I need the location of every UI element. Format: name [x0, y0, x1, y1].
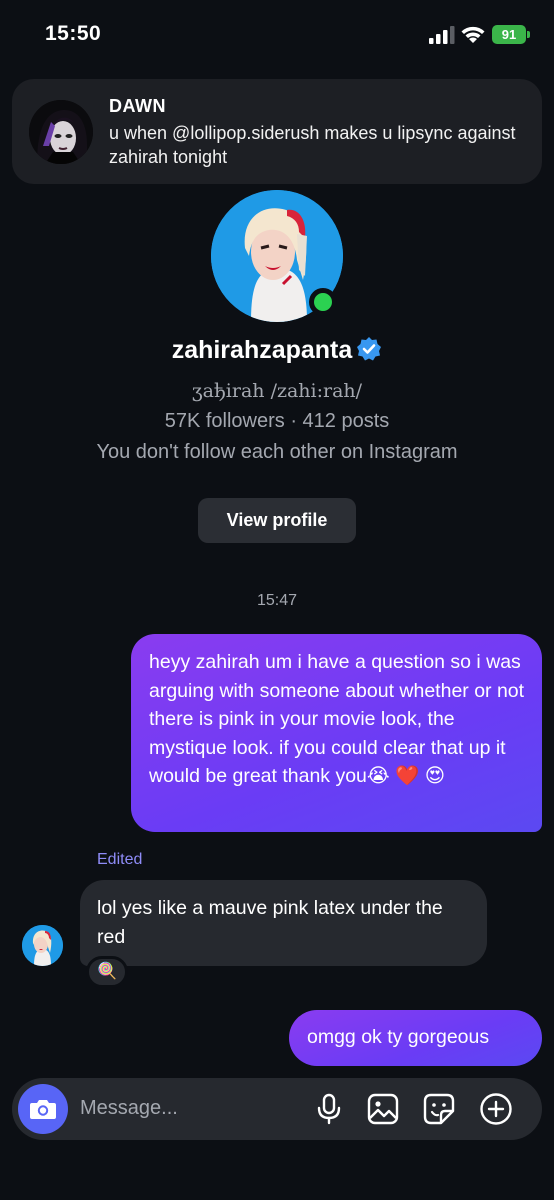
- outgoing-message[interactable]: omgg ok ty gorgeous: [289, 1010, 542, 1066]
- dm-thread-screen: 15:50 91 DAWN u when @lollipop.siderush …: [0, 0, 554, 1200]
- view-profile-button[interactable]: View profile: [198, 498, 356, 543]
- notification-avatar: [29, 100, 93, 164]
- sticker-icon[interactable]: [422, 1092, 456, 1126]
- wifi-icon: [461, 26, 485, 43]
- notification-banner[interactable]: DAWN u when @lollipop.siderush makes u l…: [12, 79, 542, 184]
- camera-icon: [30, 1100, 56, 1119]
- battery-cap: [527, 31, 530, 38]
- profile-display-name: ʒaђirah /zahi:rah/: [191, 380, 363, 402]
- online-status-dot: [309, 288, 337, 316]
- sender-avatar[interactable]: [22, 925, 63, 966]
- verified-badge-icon: [357, 337, 382, 361]
- profile-stats: 57K followers · 412 posts: [164, 410, 390, 432]
- status-bar: 15:50 91: [0, 0, 554, 70]
- status-time: 15:50: [45, 22, 102, 45]
- profile-username-row[interactable]: zahirahzapanta: [0, 336, 554, 365]
- message-input[interactable]: Message...: [80, 1097, 178, 1120]
- plus-icon[interactable]: [479, 1092, 513, 1126]
- profile-username: zahirahzapanta: [171, 336, 353, 364]
- message-timestamp: 15:47: [256, 592, 298, 609]
- battery-indicator: 91: [492, 25, 526, 44]
- outgoing-message[interactable]: heyy zahirah um i have a question so i w…: [131, 634, 542, 832]
- notification-sender: DAWN: [109, 96, 166, 116]
- incoming-message[interactable]: lol yes like a mauve pink latex under th…: [80, 880, 487, 966]
- profile-follow-status: You don't follow each other on Instagram: [96, 441, 458, 463]
- notification-message: u when @lollipop.siderush makes u lipsyn…: [109, 123, 516, 167]
- signal-icon: [429, 26, 455, 44]
- gallery-icon[interactable]: [366, 1092, 400, 1126]
- edited-label: Edited: [97, 851, 143, 868]
- camera-button[interactable]: [18, 1084, 68, 1134]
- message-composer: Message...: [12, 1078, 542, 1140]
- microphone-icon[interactable]: [312, 1092, 346, 1126]
- message-reaction[interactable]: 🍭: [86, 956, 128, 988]
